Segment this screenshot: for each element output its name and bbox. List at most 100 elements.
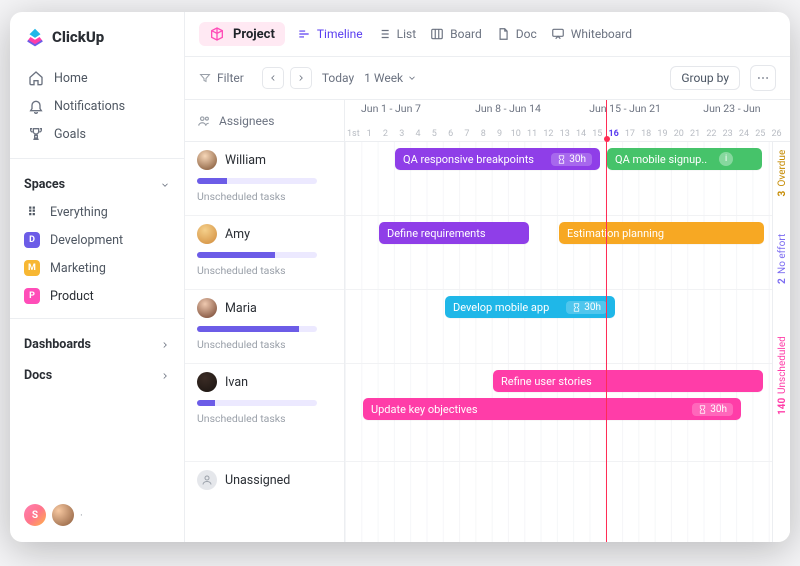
week-label: Jun 15 - Jun 21 (589, 102, 661, 115)
chevron-down-icon (160, 180, 170, 190)
project-chip[interactable]: Project (199, 22, 285, 46)
unscheduled-badge[interactable]: 140 Unscheduled (775, 332, 790, 419)
day-cell[interactable]: 3 (394, 129, 410, 139)
docs-header[interactable]: Docs (10, 358, 184, 389)
day-cell[interactable]: 18 (638, 129, 654, 139)
filter-button[interactable]: Filter (199, 71, 244, 85)
day-cell[interactable]: 24 (736, 129, 752, 139)
view-board[interactable]: Board (430, 27, 482, 41)
unscheduled-link[interactable]: Unscheduled tasks (197, 412, 332, 425)
spaces-header[interactable]: Spaces (10, 167, 184, 198)
assignee-name: Amy (225, 227, 250, 242)
timeline: Assignees William Unscheduled tasks Amy … (185, 100, 790, 542)
day-cell[interactable]: 17 (622, 129, 638, 139)
user-avatar[interactable] (52, 504, 74, 526)
task-bar[interactable]: Update key objectives 30h (363, 398, 741, 420)
day-cell[interactable]: 8 (475, 129, 491, 139)
today-button[interactable]: Today (322, 71, 354, 85)
space-marketing[interactable]: M Marketing (10, 254, 184, 282)
workload-bar (197, 400, 317, 406)
space-badge: M (24, 260, 40, 276)
next-button[interactable] (290, 67, 312, 89)
day-cell[interactable]: 1 (361, 129, 377, 139)
view-label: List (397, 27, 417, 41)
timeline-grid[interactable]: 1stJun 1 - Jun 7Jun 8 - Jun 14Jun 15 - J… (345, 100, 790, 542)
day-cell[interactable]: 19 (654, 129, 670, 139)
assignee[interactable]: Ivan (197, 372, 332, 392)
task-label: Refine user stories (501, 375, 592, 388)
dashboards-header[interactable]: Dashboards (10, 327, 184, 358)
more-button[interactable] (750, 65, 776, 91)
day-cell[interactable]: 23 (720, 129, 736, 139)
day-cell[interactable]: 20 (671, 129, 687, 139)
assignee[interactable]: Unassigned (197, 470, 332, 490)
range-select[interactable]: 1 Week (364, 71, 417, 85)
task-bar[interactable]: Develop mobile app 30h (445, 296, 615, 318)
view-list[interactable]: List (377, 27, 417, 41)
unscheduled-link[interactable]: Unscheduled tasks (197, 264, 332, 277)
divider (10, 158, 184, 159)
timeline-icon (297, 27, 311, 41)
day-cell[interactable]: 4 (410, 129, 426, 139)
day-cell[interactable]: 14 (573, 129, 589, 139)
badge-count: 140 (777, 398, 788, 415)
space-everything[interactable]: ⠿ Everything (10, 198, 184, 226)
task-bar[interactable]: Define requirements (379, 222, 529, 244)
task-bar[interactable]: Refine user stories (493, 370, 763, 392)
day-cell[interactable]: 12 (540, 129, 556, 139)
view-label: Doc (516, 27, 537, 41)
day-cell[interactable]: 15 (589, 129, 605, 139)
home-icon (28, 70, 44, 86)
presence-more[interactable]: · (80, 509, 83, 522)
view-doc[interactable]: Doc (496, 27, 537, 41)
day-cell[interactable]: 25 (752, 129, 768, 139)
hours-value: 30h (710, 404, 727, 415)
unscheduled-link[interactable]: Unscheduled tasks (197, 338, 332, 351)
day-cell[interactable]: 10 (508, 129, 524, 139)
day-cell[interactable]: 13 (557, 129, 573, 139)
space-label: Product (50, 289, 94, 304)
presence-bar: S · (10, 496, 184, 534)
user-avatar-self[interactable]: S (24, 504, 46, 526)
nav-goals[interactable]: Goals (18, 120, 176, 148)
brand-logo[interactable]: ClickUp (10, 26, 184, 62)
day-cell[interactable]: 7 (459, 129, 475, 139)
assignee[interactable]: William (197, 150, 332, 170)
week-label: Jun 23 - Jun (703, 102, 760, 115)
task-bar[interactable]: Estimation planning (559, 222, 764, 244)
everything-icon: ⠿ (24, 204, 40, 220)
day-cell[interactable]: 22 (703, 129, 719, 139)
no-effort-badge[interactable]: 2No effort (775, 230, 790, 288)
lane: Develop mobile app 30h (345, 290, 790, 364)
nav-home[interactable]: Home (18, 64, 176, 92)
day-cell[interactable]: 11 (524, 129, 540, 139)
day-cell[interactable]: 6 (442, 129, 458, 139)
nav-notifications[interactable]: Notifications (18, 92, 176, 120)
assignee[interactable]: Maria (197, 298, 332, 318)
space-product[interactable]: P Product (10, 282, 184, 310)
assignee[interactable]: Amy (197, 224, 332, 244)
task-label: Update key objectives (371, 403, 478, 416)
day-cell[interactable]: 5 (426, 129, 442, 139)
task-bar[interactable]: QA responsive breakpoints 30h (395, 148, 600, 170)
filter-icon (199, 72, 211, 84)
main: Project Timeline List Board Doc (185, 12, 790, 542)
view-timeline[interactable]: Timeline (297, 27, 363, 41)
assignees-header[interactable]: Assignees (185, 100, 344, 142)
task-bar[interactable]: QA mobile signup.. i (607, 148, 762, 170)
day-cell[interactable]: 26 (768, 129, 784, 139)
view-whiteboard[interactable]: Whiteboard (551, 27, 632, 41)
assignee-row: William Unscheduled tasks (185, 142, 344, 216)
day-cell[interactable]: 9 (491, 129, 507, 139)
space-development[interactable]: D Development (10, 226, 184, 254)
prev-button[interactable] (262, 67, 284, 89)
overdue-badge[interactable]: 3Overdue (775, 146, 790, 200)
day-cell[interactable]: 21 (687, 129, 703, 139)
badge-count: 2 (777, 278, 788, 284)
side-badges: 3Overdue 2No effort 140 Unscheduled (772, 142, 790, 542)
unscheduled-link[interactable]: Unscheduled tasks (197, 190, 332, 203)
badge-label: Unscheduled (777, 336, 788, 394)
groupby-button[interactable]: Group by (670, 66, 740, 90)
day-cell[interactable]: 2 (377, 129, 393, 139)
workload-bar (197, 252, 317, 258)
